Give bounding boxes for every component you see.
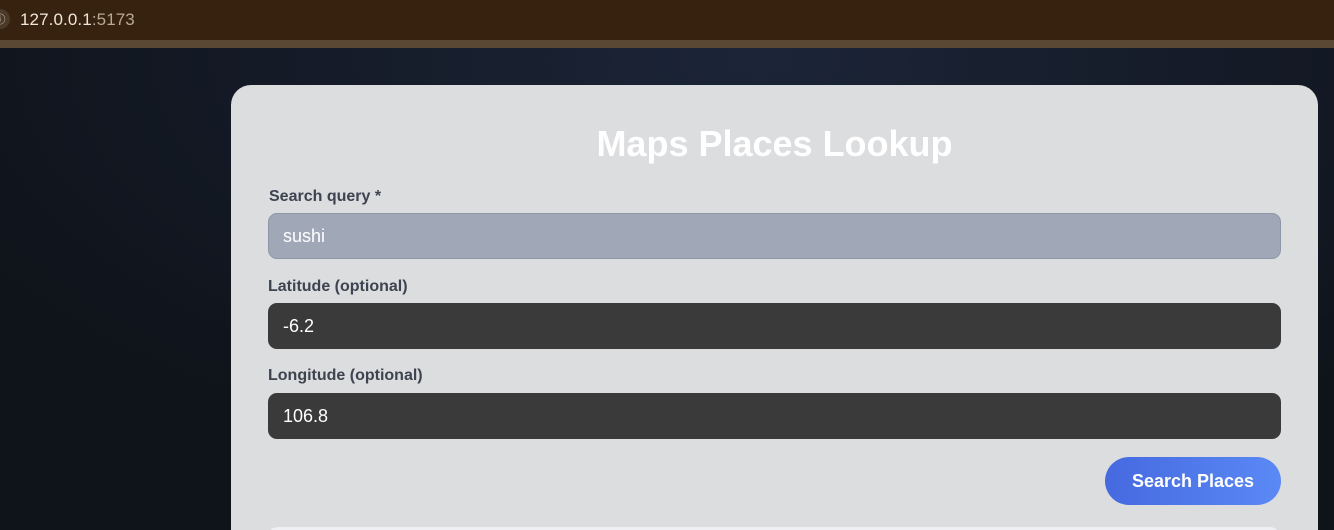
latitude-input[interactable] bbox=[268, 303, 1281, 349]
search-places-button[interactable]: Search Places bbox=[1105, 457, 1281, 505]
url-host: 127.0.0.1 bbox=[20, 10, 92, 29]
url-port: :5173 bbox=[91, 10, 135, 29]
search-query-input[interactable] bbox=[268, 213, 1281, 259]
browser-address-bar: ⓘ 127.0.0.1:5173 bbox=[0, 0, 1334, 40]
longitude-label: Longitude (optional) bbox=[268, 367, 423, 384]
latitude-label: Latitude (optional) bbox=[268, 278, 408, 295]
search-query-label: Search query * bbox=[269, 188, 382, 205]
site-info-icon[interactable]: ⓘ bbox=[0, 9, 10, 29]
toolbar-divider bbox=[0, 40, 1334, 48]
url-field[interactable]: 127.0.0.1:5173 bbox=[20, 10, 135, 30]
page-title: Maps Places Lookup bbox=[596, 123, 953, 164]
search-card: Maps Places Lookup Search query * Latitu… bbox=[231, 85, 1318, 530]
longitude-input[interactable] bbox=[268, 393, 1281, 439]
